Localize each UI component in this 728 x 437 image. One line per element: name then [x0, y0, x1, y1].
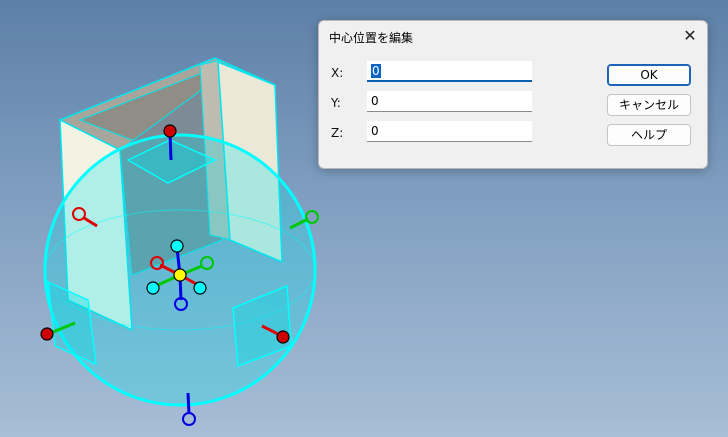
y-rim-handle[interactable]	[305, 210, 319, 224]
z-label: Z:	[331, 126, 344, 140]
cancel-button[interactable]: キャンセル	[607, 94, 691, 116]
dialog-titlebar[interactable]: 中心位置を編集 ✕	[319, 21, 707, 51]
edit-center-dialog: 中心位置を編集 ✕ X: 0 Y: 0 Z: 0 OK キャンセル ヘルプ	[318, 20, 708, 169]
close-icon[interactable]: ✕	[679, 25, 701, 47]
triad-left-handle[interactable]	[146, 281, 160, 295]
help-button[interactable]: ヘルプ	[607, 124, 691, 146]
x-field[interactable]: 0	[367, 61, 532, 82]
x-label: X:	[331, 66, 344, 80]
right-handle[interactable]	[276, 330, 290, 344]
triad-top-handle[interactable]	[170, 239, 184, 253]
ok-button[interactable]: OK	[607, 64, 691, 86]
z-rim-handle[interactable]	[182, 412, 196, 426]
left-handle[interactable]	[40, 327, 54, 341]
center-point-handle[interactable]	[173, 268, 187, 282]
z-field-value: 0	[371, 124, 379, 138]
y-label: Y:	[331, 96, 341, 110]
y-field-value: 0	[371, 94, 379, 108]
z-field[interactable]: 0	[367, 121, 532, 142]
triad-right-handle[interactable]	[193, 281, 207, 295]
dialog-title: 中心位置を編集	[329, 31, 414, 45]
y-field[interactable]: 0	[367, 91, 532, 112]
x-field-value: 0	[371, 64, 381, 78]
z-rotation-handle[interactable]	[163, 124, 177, 138]
